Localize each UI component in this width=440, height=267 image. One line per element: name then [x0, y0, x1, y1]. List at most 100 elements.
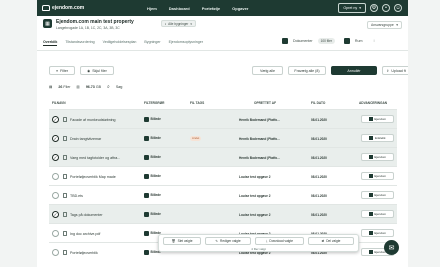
bulk-action-bar: 🗑 Slet valgte ✎ Rediger valgte ⤓ Downloa…: [158, 234, 359, 252]
create-new-label: Opret ny: [343, 6, 358, 10]
chevron-down-icon: ▾: [190, 21, 192, 26]
link-button[interactable]: Ejendom: [361, 229, 394, 237]
tab-overblik[interactable]: Overblik: [43, 40, 58, 46]
search-input[interactable]: Søg: [116, 85, 123, 89]
property-address: Langebrogade 1A, 1B, 1C, 2C, 3A, 3B, 3C: [56, 26, 120, 30]
row-checkbox[interactable]: ✓: [52, 135, 59, 142]
row-checkbox[interactable]: ✓: [52, 116, 59, 123]
tab-bygninger[interactable]: Bygninger: [144, 40, 160, 46]
hide-files-button[interactable]: ◉ Skjul filer: [80, 66, 114, 75]
table-row[interactable]: TBD.ets Billede Louise test opgave 2 08.01.…: [49, 185, 397, 204]
tabs-divider: [37, 50, 408, 51]
file-name[interactable]: Porteføljeoverblik Map made: [70, 175, 116, 179]
link-button[interactable]: Ejendom: [361, 172, 394, 180]
link-label: Ejendom: [374, 174, 387, 178]
nav-opgaver[interactable]: Opgaver: [232, 6, 248, 11]
file-name[interactable]: Facade af munkeudstøbning: [70, 118, 116, 122]
file-date: 08.01.2020: [311, 174, 327, 179]
tab-rooms[interactable]: Rum: [355, 39, 363, 43]
col-date[interactable]: FIL DATO: [311, 101, 325, 105]
table-row[interactable]: Porteføljeoverblik Map made Billede Louise…: [49, 166, 397, 185]
download-selected-button[interactable]: ⤓ Download valgte: [255, 237, 304, 245]
deselect-all-button[interactable]: Fravælg alle (8): [288, 66, 326, 75]
nav-portefolje[interactable]: Portefølje: [202, 6, 220, 11]
building-icon: [368, 212, 373, 216]
file-date: 08.01.2020: [311, 212, 327, 217]
deselect-all-label: Fravælg alle (8): [294, 68, 320, 73]
notifications-icon[interactable]: •: [382, 4, 390, 12]
tab-documents[interactable]: Dokumenter: [293, 39, 313, 43]
nav-hjem[interactable]: Hjem: [147, 6, 157, 11]
row-checkbox[interactable]: [52, 230, 59, 237]
tab-vedligeholdelsesplan[interactable]: Vedligeholdelsesplan: [103, 40, 137, 46]
cancel-button[interactable]: Annullér: [331, 66, 377, 75]
search-icon: ⌕: [107, 84, 110, 90]
role-select[interactable]: Ansvarsgruppe ▾: [367, 21, 402, 29]
file-icon: [63, 250, 67, 255]
select-all-button[interactable]: Vælg alle: [252, 66, 283, 75]
file-toolbar-left: ≡ Filter ◉ Skjul filer: [49, 66, 114, 75]
row-checkbox[interactable]: ✓: [52, 211, 59, 218]
file-name[interactable]: TBD.ets: [70, 194, 83, 198]
file-tag: Andet: [190, 135, 202, 141]
create-new-button[interactable]: Opret ny ▾: [338, 3, 366, 13]
file-icon: [63, 136, 67, 141]
file-name[interactable]: Porteføljeoverblik: [70, 251, 98, 255]
download-icon: ⤓: [266, 239, 268, 243]
building-icon: [368, 117, 373, 121]
brand-name: ejendom.com: [52, 5, 85, 11]
row-checkbox[interactable]: ✓: [52, 154, 59, 161]
property-title: Ejendom.com main test property: [56, 19, 134, 25]
row-checkbox[interactable]: [52, 249, 59, 256]
table-row[interactable]: ✓ Drain tangtvitzemar Billede Andet Henrik B…: [49, 128, 397, 147]
property-header: ▦ Ejendom.com main test property Langebr…: [43, 19, 134, 30]
table-row[interactable]: ✓ Tags på dokumenter Billede Louise test op…: [49, 204, 397, 223]
file-filter: Billede: [144, 116, 161, 122]
tabs-right: Dokumenter 100 filer Rum ⁝: [282, 38, 375, 44]
edit-selected-button[interactable]: ✎ Rediger valgte: [205, 237, 251, 245]
chat-icon[interactable]: ✉: [384, 240, 399, 255]
link-button[interactable]: Ejendom: [361, 115, 394, 123]
image-type-icon: [144, 173, 149, 179]
role-select-value: Ansvarsgruppe: [371, 23, 394, 27]
col-tags[interactable]: FIL TAGS: [190, 101, 204, 105]
row-checkbox[interactable]: [52, 173, 59, 180]
share-selected-button[interactable]: ⇄ Del valgte: [308, 237, 354, 245]
storage-icon: ▥: [76, 85, 80, 89]
file-name[interactable]: Drain tangtvitzemar: [70, 137, 101, 141]
tab-tilstandsvurdering[interactable]: Tilstandsvurdering: [65, 40, 94, 46]
top-bar: ejendom.com Hjem Dashboard Portefølje Op…: [37, 0, 408, 16]
tab-ejendomsoplysninger[interactable]: Ejendomsoplysninger: [169, 40, 203, 46]
more-icon[interactable]: ⁝: [374, 39, 375, 43]
brand-logo[interactable]: ejendom.com: [42, 5, 84, 11]
link-button[interactable]: Enkleltk: [361, 134, 394, 142]
col-name[interactable]: FILNAVN: [52, 101, 66, 105]
file-filter: Billede: [144, 135, 161, 141]
chevron-down-icon: ▾: [359, 6, 361, 10]
file-name[interactable]: Tags på dokumenter: [70, 213, 103, 217]
link-label: Ejendom: [374, 117, 387, 121]
upload-button[interactable]: ⇪ Upload ft: [382, 66, 408, 75]
buildings-selector[interactable]: ▪ Alle bygninger ▾: [161, 20, 196, 27]
col-filter[interactable]: FILTERGRØR: [144, 101, 164, 105]
user-avatar-icon[interactable]: ☺: [394, 4, 402, 12]
delete-selected-button[interactable]: 🗑 Slet valgte: [163, 237, 201, 245]
property-tabs: Overblik Tilstandsvurdering Vedligeholde…: [43, 40, 203, 46]
share-label: Del valgte: [326, 239, 341, 243]
row-checkbox[interactable]: [52, 192, 59, 199]
topbar-actions: Opret ny ▾ ⚙ • ☺: [338, 3, 402, 13]
share-icon: ⇄: [321, 239, 325, 243]
settings-icon[interactable]: ⚙: [370, 4, 378, 12]
link-button[interactable]: Ejendom: [361, 153, 394, 161]
file-name[interactable]: Vaeg med tagfotoider og aftra...: [70, 156, 120, 160]
col-adv[interactable]: ADVANCERINGAN: [359, 101, 387, 105]
table-row[interactable]: ✓ Vaeg med tagfotoider og aftra... Billede…: [49, 147, 397, 166]
link-button[interactable]: Ejendom: [361, 191, 394, 199]
filter-button[interactable]: ≡ Filter: [49, 66, 76, 75]
col-created-by[interactable]: OPRETTET AF: [254, 101, 276, 105]
link-button[interactable]: Ejendom: [361, 210, 394, 218]
nav-dashboard[interactable]: Dashboard: [169, 6, 190, 11]
file-name[interactable]: Ing doc archive.pdf: [70, 232, 100, 236]
table-row[interactable]: ✓ Facade af munkeudstøbning Billede Henrik …: [49, 109, 397, 128]
trash-icon: 🗑: [171, 239, 176, 243]
